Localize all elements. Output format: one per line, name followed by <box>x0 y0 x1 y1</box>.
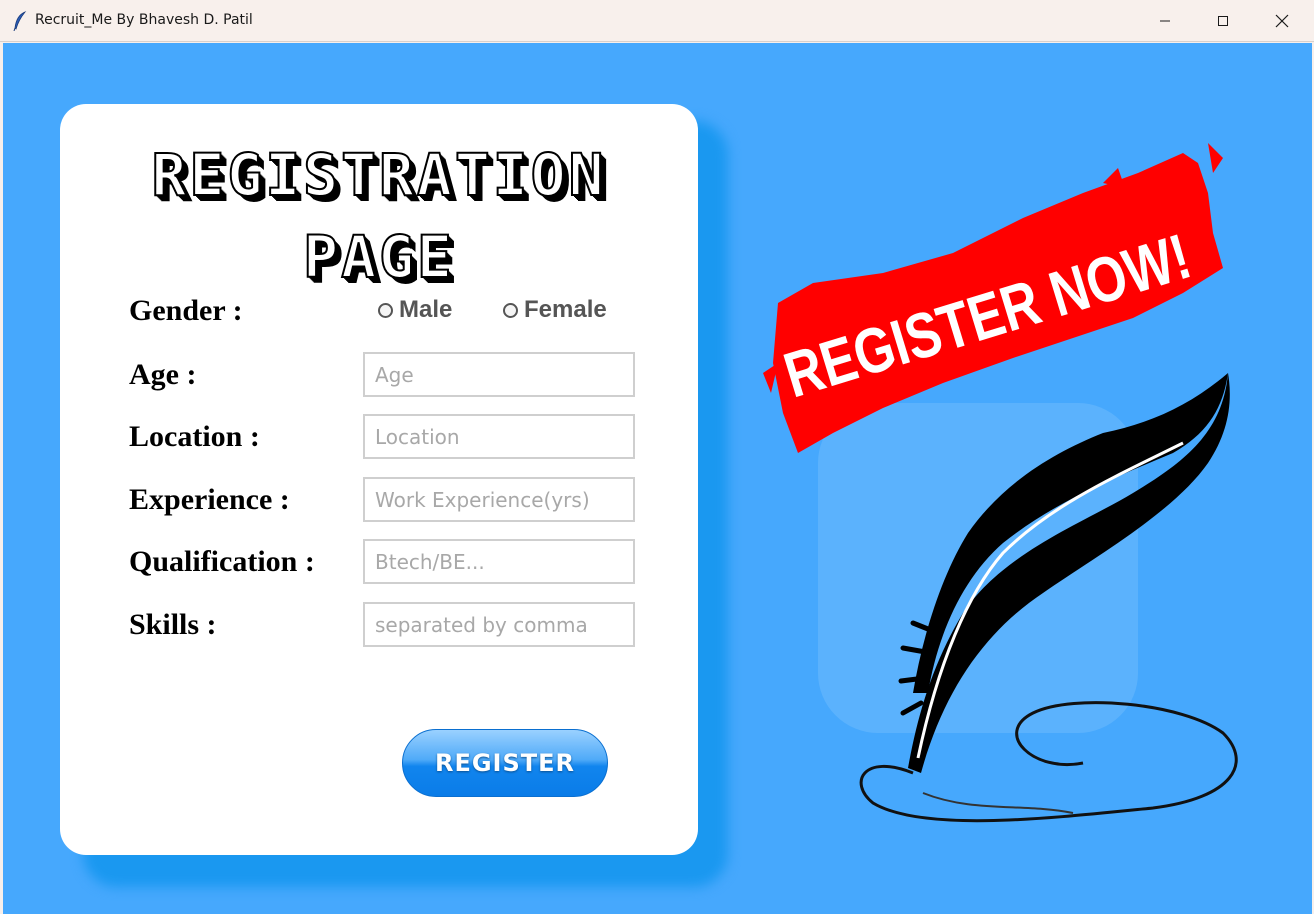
page-title-line1: REGISTRATION <box>150 141 607 209</box>
skills-label: Skills : <box>129 608 217 641</box>
age-label: Age : <box>129 358 197 391</box>
gender-radio-male[interactable]: Male <box>378 296 452 324</box>
radio-circle-icon <box>503 302 518 318</box>
app-window-content: REGISTRATION PAGE Gender : Male Female A… <box>3 43 1312 914</box>
gender-option-label: Female <box>524 296 607 323</box>
gender-radio-female[interactable]: Female <box>503 296 607 324</box>
location-input[interactable] <box>363 414 635 459</box>
page-title-line2: PAGE <box>302 223 455 291</box>
qualification-label: Qualification : <box>129 545 315 578</box>
qualification-input[interactable] <box>363 539 635 584</box>
window-title: Recruit_Me By Bhavesh D. Patil <box>35 12 253 28</box>
window-titlebar: Recruit_Me By Bhavesh D. Patil <box>0 0 1314 42</box>
experience-input[interactable] <box>363 477 635 522</box>
feather-icon <box>13 11 27 31</box>
close-icon <box>1275 14 1289 28</box>
skills-input[interactable] <box>363 602 635 647</box>
register-now-illustration: REGISTER NOW! <box>763 143 1238 823</box>
minimize-icon <box>1160 20 1170 22</box>
radio-circle-icon <box>378 302 393 318</box>
register-button[interactable]: REGISTER <box>402 729 608 797</box>
gender-label: Gender : <box>129 294 243 327</box>
maximize-icon <box>1218 16 1228 26</box>
registration-card: REGISTRATION PAGE Gender : Male Female A… <box>60 104 698 855</box>
gender-option-label: Male <box>399 296 453 323</box>
location-label: Location : <box>129 420 260 453</box>
age-input[interactable] <box>363 352 635 397</box>
minimize-button[interactable] <box>1136 0 1194 42</box>
experience-label: Experience : <box>129 483 290 516</box>
close-button[interactable] <box>1253 0 1311 42</box>
maximize-button[interactable] <box>1194 0 1252 42</box>
